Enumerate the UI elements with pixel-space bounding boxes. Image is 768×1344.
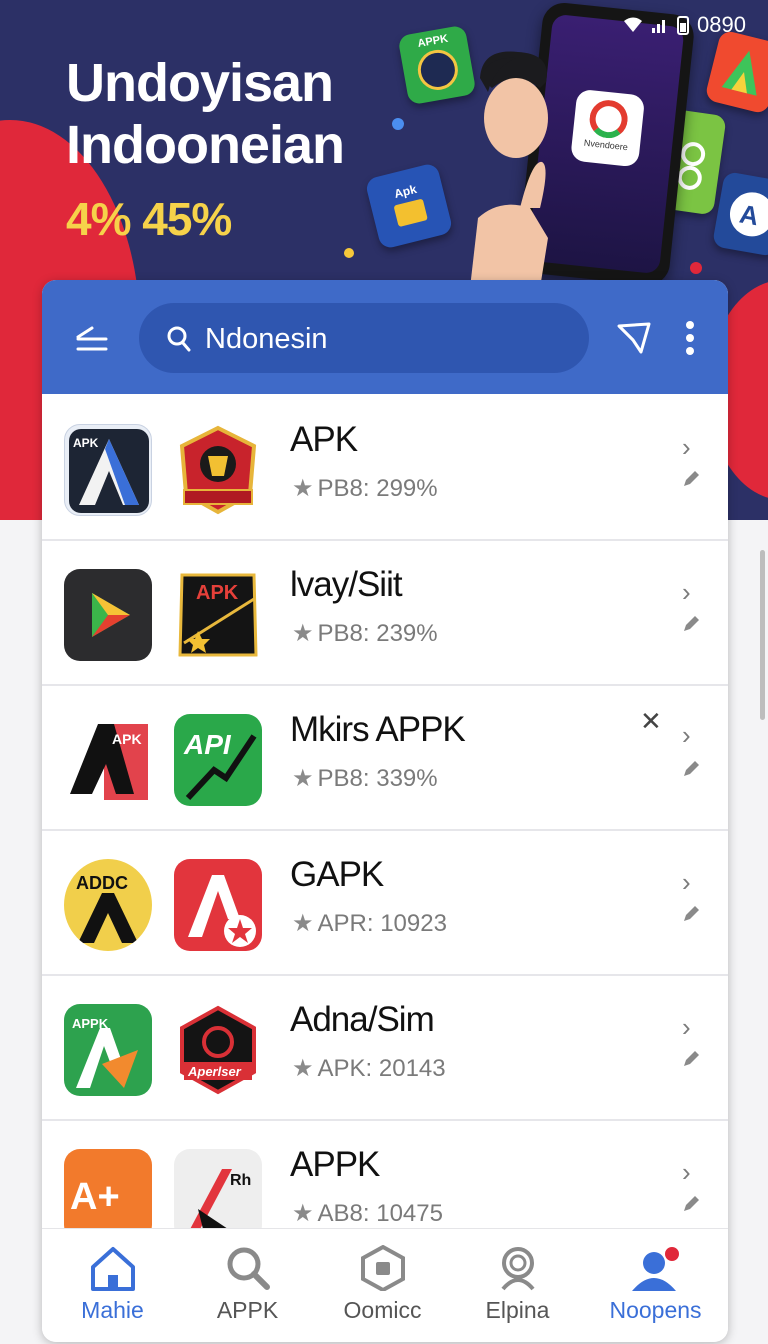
list-item[interactable]: ADDC GAPK ★ APR: 10923 › (42, 831, 728, 976)
share-icon[interactable] (615, 320, 653, 356)
nav-item-account[interactable]: Elpina (449, 1229, 586, 1342)
nav-label: Mahie (81, 1297, 144, 1323)
chevron-right-icon[interactable]: › (682, 577, 691, 608)
status-time: 0890 (697, 12, 746, 37)
app-rating: ★ AB8: 10475 (292, 1200, 443, 1227)
hero-subtitle: 4% 45% (66, 193, 232, 245)
hexagon-icon (360, 1245, 405, 1291)
list-item[interactable]: A+ Rh APPK ★ AB8: 10475 › (42, 1121, 728, 1241)
svg-text:API: API (183, 729, 232, 760)
star-icon: ★ (292, 1055, 314, 1082)
nav-label: APPK (216, 1297, 279, 1323)
search-query: Ndonesin (205, 323, 328, 355)
chevron-right-icon[interactable]: › (682, 720, 691, 751)
list-item[interactable]: APK APK ★ PB8: 299% › (42, 396, 728, 541)
bottom-navigation: Mahie APPK Oomicc Elpina Noopens (42, 1228, 728, 1342)
svg-text:A+: A+ (70, 1176, 120, 1218)
phone-app-icon: Nvendoere (570, 88, 646, 168)
decorative-dot (392, 118, 404, 130)
chevron-right-icon[interactable]: › (682, 1012, 691, 1043)
star-icon: ★ (292, 620, 314, 647)
svg-text:Aperlser: Aperlser (187, 1064, 242, 1079)
chevron-right-icon[interactable]: › (682, 432, 691, 463)
nav-label: Elpina (485, 1297, 550, 1323)
svg-text:Rh: Rh (230, 1172, 251, 1189)
nav-label: Noopens (609, 1297, 702, 1323)
status-bar: 0890 (623, 12, 746, 38)
edit-icon[interactable] (682, 1195, 700, 1213)
app-rating: ★ APR: 10923 (292, 910, 447, 937)
nav-item-apps[interactable]: Oomicc (314, 1229, 451, 1342)
app-icon-primary: APPK (64, 1004, 152, 1096)
nav-item-home[interactable]: Mahie (44, 1229, 181, 1342)
more-options-icon[interactable] (684, 320, 696, 356)
close-icon[interactable]: ✕ (640, 706, 662, 737)
hero-title: Undoyisan Indooneian (66, 53, 345, 175)
floating-app-icon: APPK (397, 24, 477, 106)
app-title: Adna/Sim (290, 1000, 435, 1039)
app-toolbar: Ndonesin (42, 280, 728, 394)
app-icon-secondary (174, 424, 262, 516)
chevron-right-icon[interactable]: › (682, 1157, 691, 1188)
star-icon: ★ (292, 765, 314, 792)
star-icon: ★ (292, 475, 314, 502)
edit-icon[interactable] (682, 760, 700, 778)
home-icon (90, 1247, 135, 1291)
search-icon (167, 326, 191, 352)
nav-label: Oomicc (343, 1297, 422, 1323)
app-icon-primary: APK (64, 714, 152, 806)
nav-item-profile[interactable]: Noopens (587, 1229, 724, 1342)
search-input[interactable]: Ndonesin (139, 303, 589, 373)
app-list: APK APK ★ PB8: 299% › APK lvay/Siit ★ PB8:… (42, 396, 728, 1241)
floating-apk-icon: Apk (364, 162, 454, 250)
edit-icon[interactable] (682, 905, 700, 923)
app-rating: ★ PB8: 339% (292, 765, 438, 792)
edit-icon[interactable] (682, 1050, 700, 1068)
star-icon: ★ (292, 1200, 314, 1227)
edit-icon[interactable] (682, 615, 700, 633)
list-item[interactable]: APK lvay/Siit ★ PB8: 239% › (42, 541, 728, 686)
app-list-card: Ndonesin APK APK ★ PB8: 299% › APK lvay/… (42, 280, 728, 1342)
edit-icon[interactable] (682, 470, 700, 488)
battery-icon (677, 16, 690, 35)
app-rating: ★ APK: 20143 (292, 1055, 446, 1082)
app-icon-primary: ADDC (64, 859, 152, 951)
app-title: APK (290, 420, 358, 459)
app-icon-secondary: API (174, 714, 262, 806)
decorative-dot (344, 248, 354, 258)
decorative-dot (690, 262, 702, 274)
app-icon-secondary (174, 859, 262, 951)
scrollbar-thumb[interactable] (760, 550, 765, 720)
floating-app-icon: A (711, 171, 768, 257)
wifi-icon (624, 17, 643, 32)
app-rating: ★ PB8: 299% (292, 475, 438, 502)
person-outline-icon (500, 1247, 535, 1291)
floating-app-icon (704, 29, 768, 115)
app-icon-primary (64, 569, 152, 661)
person-illustration (470, 51, 548, 288)
chevron-right-icon[interactable]: › (682, 867, 691, 898)
svg-text:APK: APK (73, 436, 99, 450)
signal-icon (652, 20, 666, 33)
app-title: lvay/Siit (290, 565, 403, 604)
search-icon (227, 1247, 270, 1290)
app-icon-primary: APK (64, 424, 152, 516)
menu-icon[interactable] (74, 324, 110, 354)
star-icon: ★ (292, 910, 314, 937)
list-item[interactable]: APPK Aperlser Adna/Sim ★ APK: 20143 › (42, 976, 728, 1121)
app-icon-secondary: APK (174, 569, 262, 661)
app-icon-secondary: Aperlser (174, 1004, 262, 1096)
list-item[interactable]: APK API Mkirs APPK ★ PB8: 339% ✕ › (42, 686, 728, 831)
svg-text:ADDC: ADDC (76, 873, 128, 893)
app-title: APPK (290, 1145, 380, 1184)
profile-icon (631, 1245, 681, 1291)
nav-item-search[interactable]: APPK (179, 1229, 316, 1342)
svg-text:APK: APK (196, 582, 239, 604)
app-title: Mkirs APPK (290, 710, 466, 749)
app-title: GAPK (290, 855, 384, 894)
svg-text:APK: APK (112, 731, 142, 747)
app-rating: ★ PB8: 239% (292, 620, 438, 647)
